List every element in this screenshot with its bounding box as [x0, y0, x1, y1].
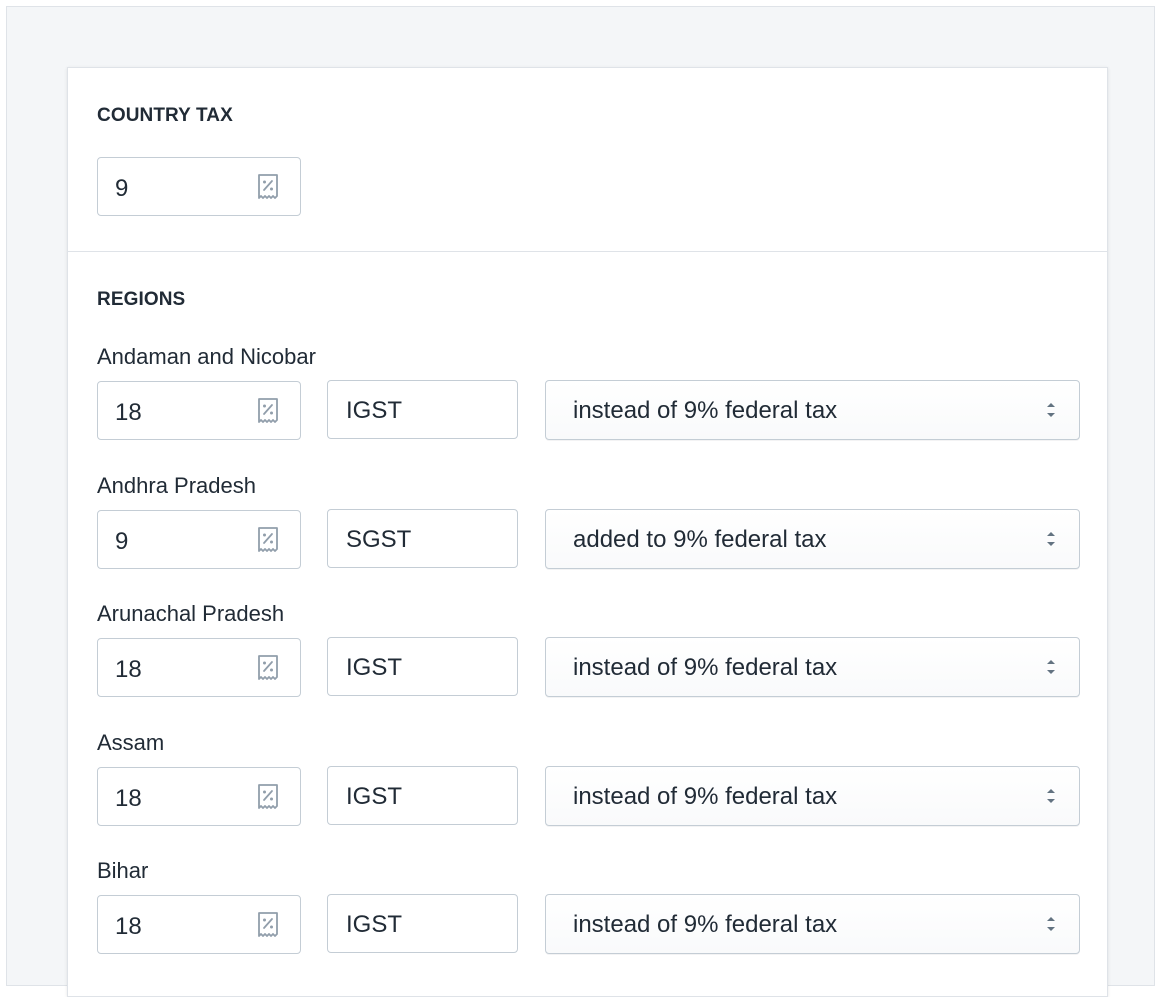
- receipt-percent-icon: [258, 784, 278, 809]
- region-tax-name-value: IGST: [346, 654, 403, 681]
- receipt-percent-icon: [258, 655, 278, 680]
- region-name-label: Andaman and Nicobar: [97, 344, 316, 369]
- region-tax-name-input[interactable]: IGST: [327, 637, 518, 696]
- tax-settings-card: COUNTRY TAX 9 REGIONS Andaman and Nicoba…: [67, 67, 1108, 997]
- page-background: COUNTRY TAX 9 REGIONS Andaman and Nicoba…: [6, 6, 1155, 997]
- region-name-label: Andhra Pradesh: [97, 473, 256, 498]
- region-tax-name-value: IGST: [346, 911, 403, 938]
- region-tax-mode-select[interactable]: instead of 9% federal tax: [545, 766, 1080, 826]
- region-name-label: Arunachal Pradesh: [97, 601, 285, 626]
- region-tax-name-value: SGST: [346, 526, 412, 553]
- receipt-percent-icon: [258, 398, 278, 423]
- section-divider: [68, 251, 1107, 252]
- region-tax-mode-value: instead of 9% federal tax: [573, 397, 838, 424]
- region-name-label: Bihar: [97, 858, 149, 883]
- region-rate-value: 18: [115, 656, 142, 683]
- regions-heading: REGIONS: [97, 289, 186, 310]
- region-tax-name-value: IGST: [346, 397, 403, 424]
- select-caret-icon: [1047, 917, 1055, 931]
- region-tax-name-input[interactable]: IGST: [327, 380, 518, 439]
- region-rate-input[interactable]: 18: [97, 638, 301, 697]
- select-caret-icon: [1047, 660, 1055, 674]
- region-tax-mode-value: instead of 9% federal tax: [573, 911, 838, 938]
- receipt-percent-icon: [258, 527, 278, 552]
- receipt-percent-icon: [258, 912, 278, 937]
- region-rate-input[interactable]: 18: [97, 381, 301, 440]
- region-tax-mode-select[interactable]: instead of 9% federal tax: [545, 380, 1080, 440]
- region-name-label: Assam: [97, 730, 165, 755]
- region-rate-value: 18: [115, 913, 142, 940]
- region-rate-value: 18: [115, 399, 142, 426]
- select-caret-icon: [1047, 403, 1055, 417]
- region-rate-input[interactable]: 18: [97, 767, 301, 826]
- country-tax-rate-value: 9: [115, 175, 129, 202]
- region-rate-value: 18: [115, 785, 142, 812]
- select-caret-icon: [1047, 532, 1055, 546]
- region-rate-value: 9: [115, 528, 129, 555]
- region-rate-input[interactable]: 18: [97, 895, 301, 954]
- region-tax-mode-select[interactable]: instead of 9% federal tax: [545, 894, 1080, 954]
- region-tax-mode-value: instead of 9% federal tax: [573, 654, 838, 681]
- region-tax-name-value: IGST: [346, 783, 403, 810]
- region-tax-name-input[interactable]: IGST: [327, 766, 518, 825]
- region-tax-mode-value: added to 9% federal tax: [573, 526, 827, 553]
- region-tax-name-input[interactable]: SGST: [327, 509, 518, 568]
- country-tax-rate-input[interactable]: 9: [97, 157, 301, 216]
- region-tax-mode-value: instead of 9% federal tax: [573, 783, 838, 810]
- region-tax-name-input[interactable]: IGST: [327, 894, 518, 953]
- country-tax-heading: COUNTRY TAX: [97, 105, 233, 126]
- region-tax-mode-select[interactable]: instead of 9% federal tax: [545, 637, 1080, 697]
- select-caret-icon: [1047, 789, 1055, 803]
- region-rate-input[interactable]: 9: [97, 510, 301, 569]
- receipt-percent-icon: [258, 174, 278, 199]
- region-tax-mode-select[interactable]: added to 9% federal tax: [545, 509, 1080, 569]
